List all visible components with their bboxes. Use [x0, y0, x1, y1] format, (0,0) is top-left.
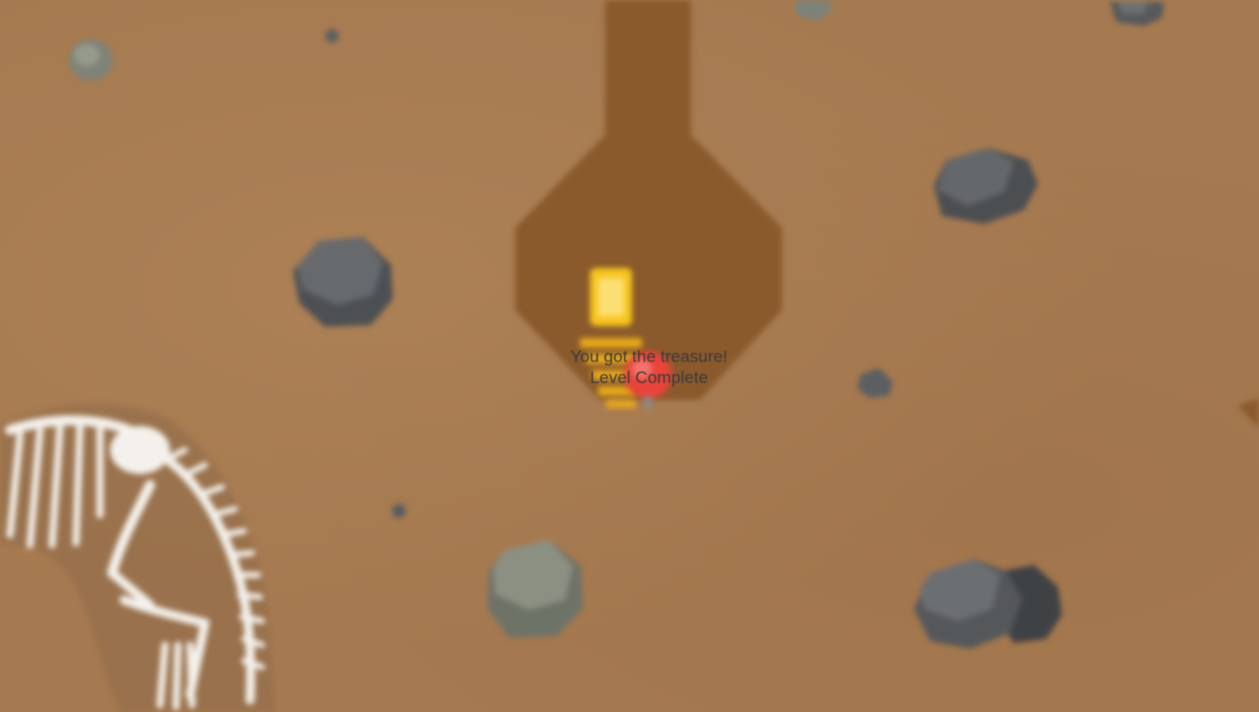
rock-icon: [325, 29, 339, 43]
rock-icon: [293, 237, 393, 327]
game-scene[interactable]: You got the treasure! Level Complete: [0, 0, 1259, 712]
rock-icon: [934, 148, 1038, 224]
rock-icon: [69, 39, 113, 81]
level-complete-message: Level Complete: [589, 368, 709, 387]
treasure-message: You got the treasure!: [570, 347, 728, 366]
dinosaur-skeleton-icon: [0, 404, 275, 712]
direction-arrow-icon: [1238, 398, 1259, 428]
rock-icon: [914, 559, 1062, 649]
rock-icon: [1110, 2, 1164, 26]
rock-icon: [795, 0, 831, 20]
rock-icon: [392, 504, 406, 518]
rock-icon: [857, 368, 893, 398]
rock-icon: [487, 540, 583, 638]
status-message: You got the treasure! Level Complete: [520, 346, 778, 388]
